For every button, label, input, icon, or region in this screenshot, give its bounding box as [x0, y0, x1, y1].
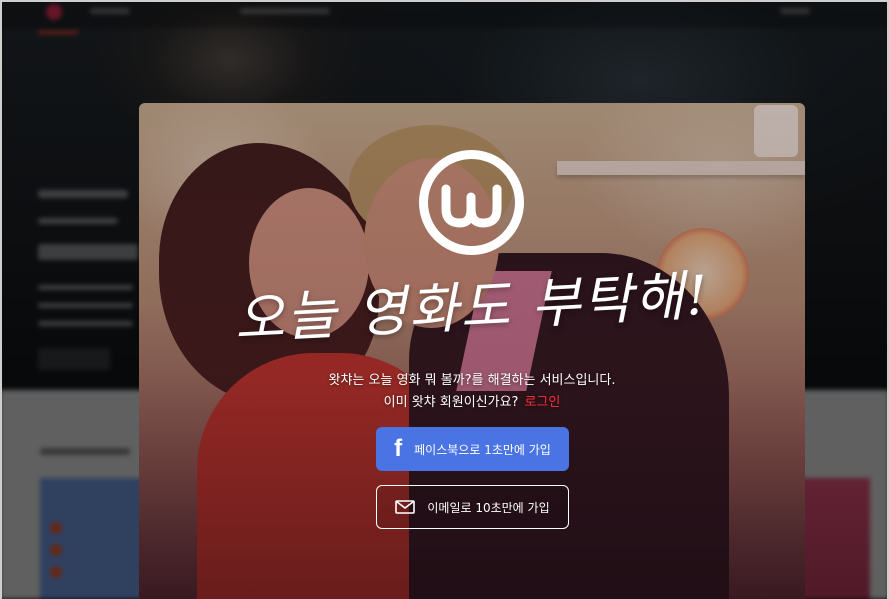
signup-modal: 오늘 영화도 부탁해! 왓챠는 오늘 영화 뭐 볼까?를 해결하는 서비스입니다…: [139, 103, 805, 599]
description-line: 이미 왓챠 회원이신가요? 로그인: [139, 392, 805, 414]
modal-description: 왓챠는 오늘 영화 뭐 볼까?를 해결하는 서비스입니다. 이미 왓챠 회원이신…: [139, 370, 805, 414]
description-line: 왓챠는 오늘 영화 뭐 볼까?를 해결하는 서비스입니다.: [328, 373, 616, 388]
facebook-signup-label: 페이스북으로 1초만에 가입: [414, 442, 551, 457]
login-link[interactable]: 로그인: [524, 395, 560, 410]
email-signup-button[interactable]: 이메일로 10초만에 가입: [376, 485, 569, 529]
watcha-logo-icon: [419, 150, 524, 255]
email-signup-label: 이메일로 10초만에 가입: [427, 500, 550, 515]
modal-headline: 오늘 영화도 부탁해!: [232, 263, 712, 352]
mail-icon: [395, 500, 416, 514]
facebook-icon: f: [394, 435, 403, 462]
modal-content: 오늘 영화도 부탁해! 왓챠는 오늘 영화 뭐 볼까?를 해결하는 서비스입니다…: [139, 103, 805, 599]
facebook-signup-button[interactable]: f 페이스북으로 1초만에 가입: [376, 427, 569, 471]
existing-member-text: 이미 왓챠 회원이신가요?: [383, 395, 519, 410]
